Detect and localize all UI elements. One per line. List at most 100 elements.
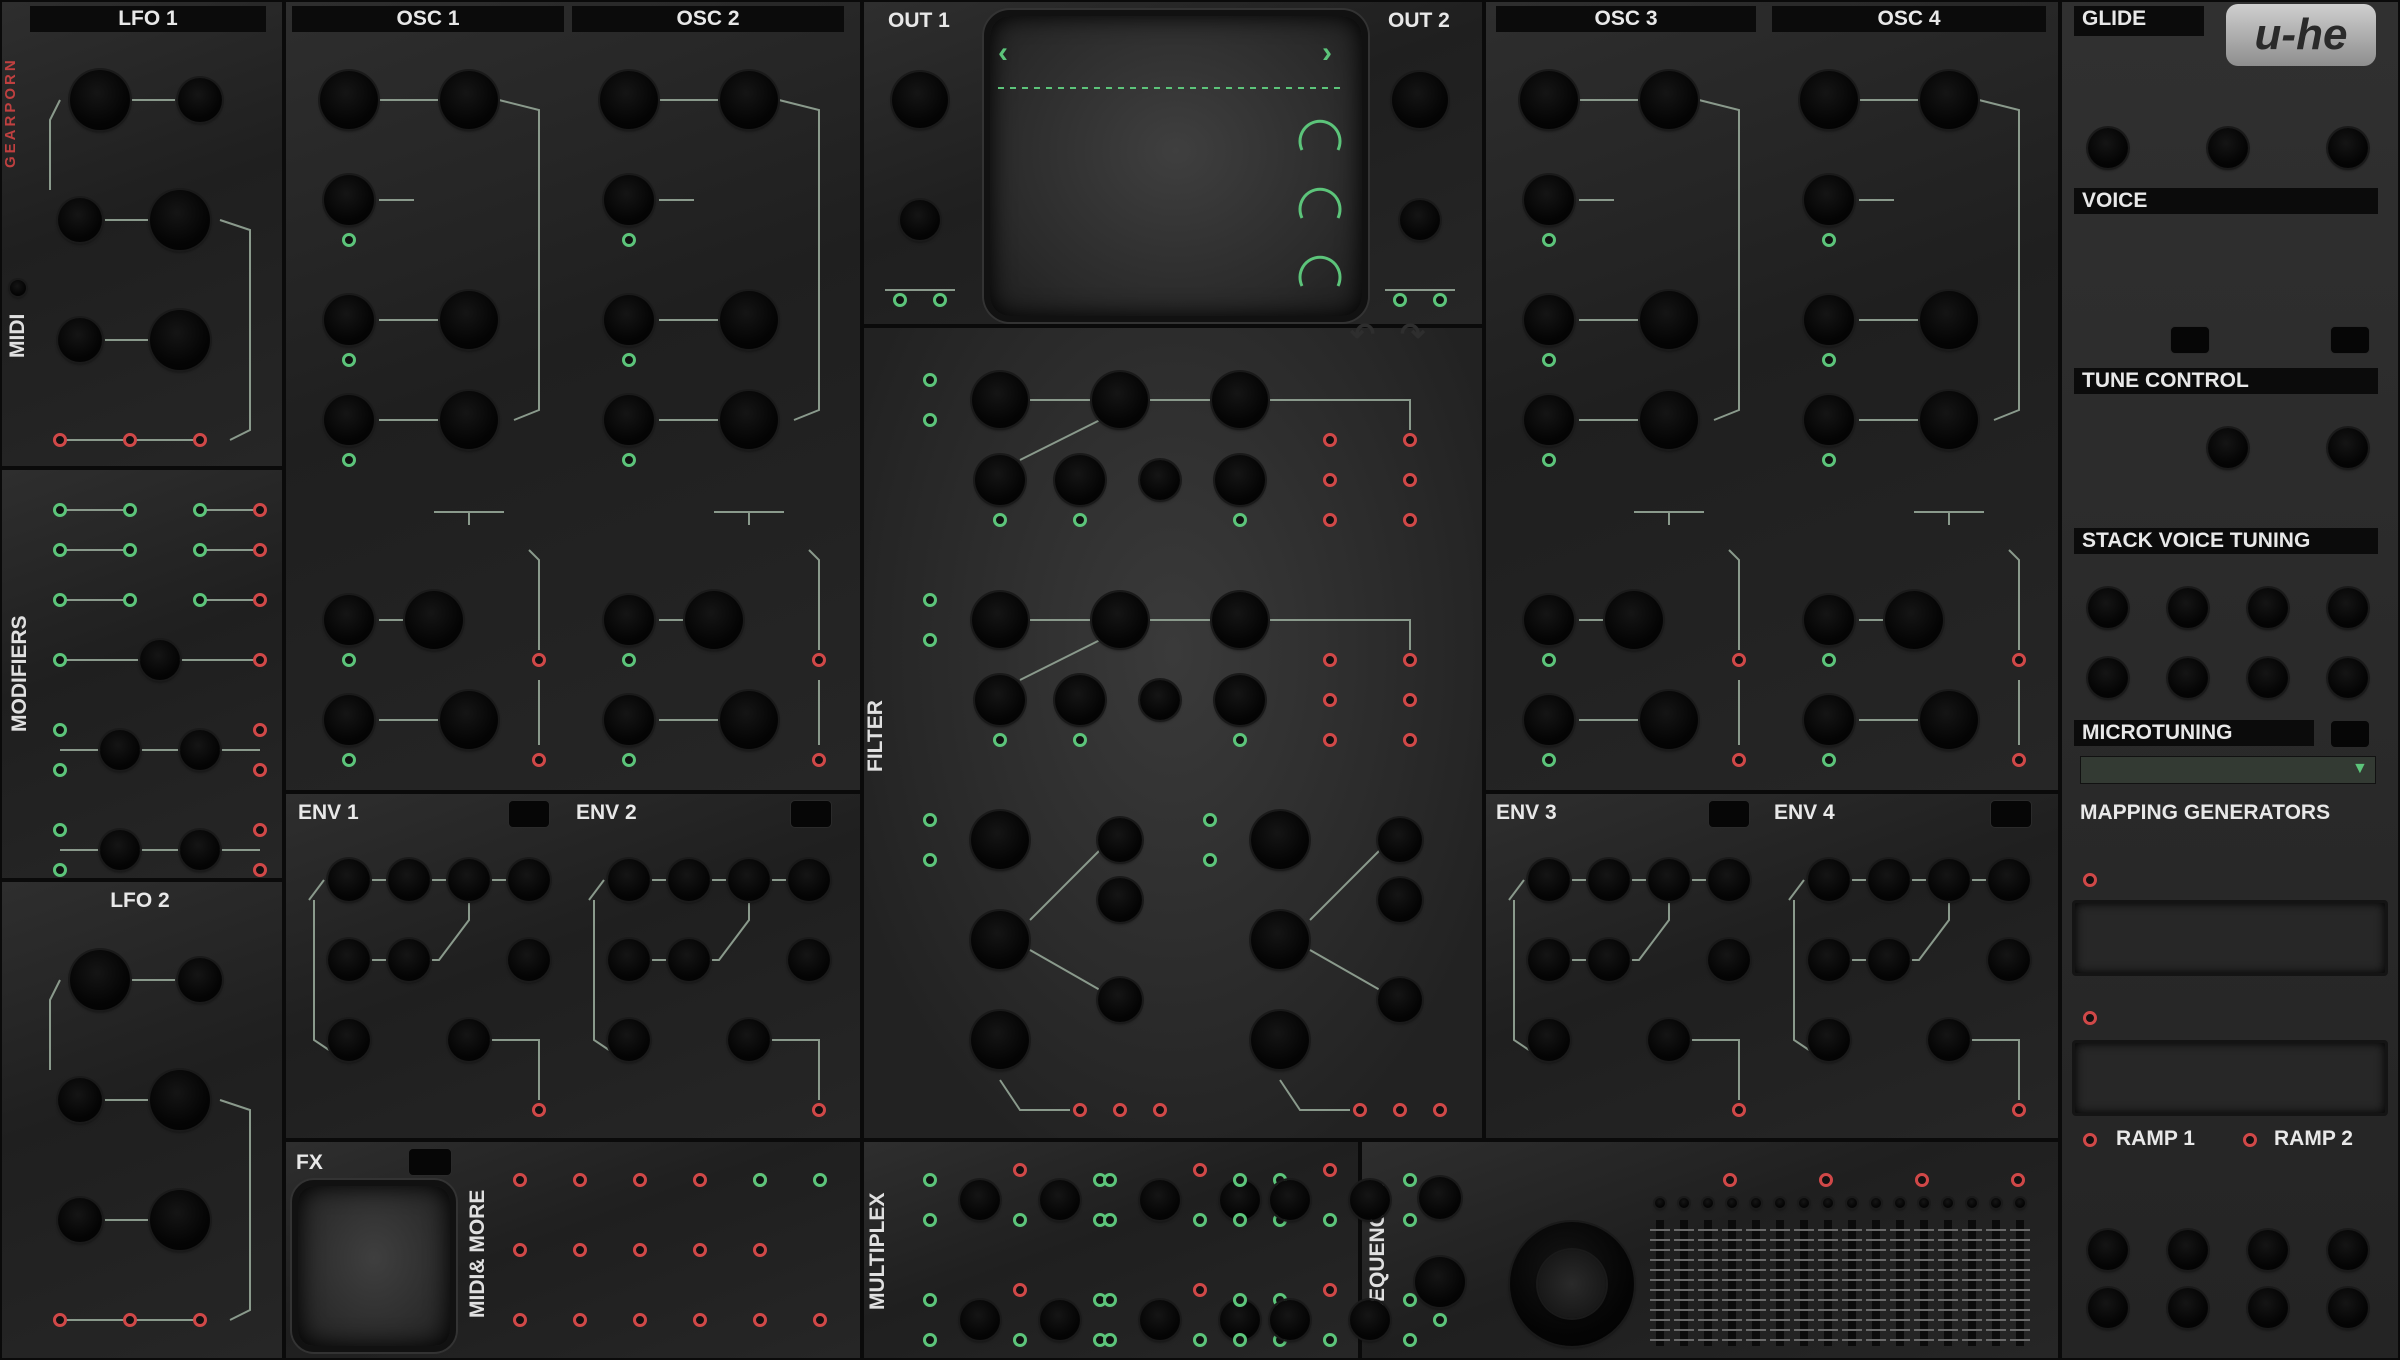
filter-output-jack[interactable] [1323, 433, 1337, 447]
microtuning-toggle[interactable] [2330, 720, 2370, 748]
ramp1-jack[interactable] [2083, 1133, 2097, 1147]
osc2-knob[interactable] [720, 391, 778, 449]
filter-output-jack[interactable] [1393, 1103, 1407, 1117]
ramp-knob[interactable] [2248, 1288, 2288, 1328]
env1-knob[interactable] [328, 859, 370, 901]
input-jack[interactable] [622, 233, 636, 247]
env1-knob[interactable] [448, 859, 490, 901]
osc3-knob[interactable] [1640, 391, 1698, 449]
lfo1-knob[interactable] [150, 190, 210, 250]
input-jack[interactable] [923, 373, 937, 387]
filter-output-jack[interactable] [1323, 653, 1337, 667]
input-jack[interactable] [923, 853, 937, 867]
filter-knob[interactable] [1251, 1011, 1309, 1069]
lfo2-output-jack[interactable] [193, 1313, 207, 1327]
input-jack[interactable] [813, 1173, 827, 1187]
env4-knob[interactable] [1808, 939, 1850, 981]
stack-tuning-knob[interactable] [2248, 588, 2288, 628]
multiplex-knob[interactable] [1350, 1180, 1390, 1220]
input-jack[interactable] [622, 453, 636, 467]
lfo2-knob[interactable] [150, 1190, 210, 1250]
osc4-knob[interactable] [1804, 595, 1854, 645]
osc3-knob[interactable] [1524, 595, 1574, 645]
filter-knob[interactable] [1140, 680, 1180, 720]
input-jack[interactable] [53, 723, 67, 737]
env3-knob[interactable] [1528, 859, 1570, 901]
osc1-knob[interactable] [324, 395, 374, 445]
osc4-knob[interactable] [1885, 591, 1943, 649]
input-jack[interactable] [622, 653, 636, 667]
env2-knob[interactable] [788, 859, 830, 901]
osc1-knob[interactable] [440, 71, 498, 129]
output-jack[interactable] [253, 593, 267, 607]
filter-knob[interactable] [1055, 675, 1105, 725]
input-jack[interactable] [1073, 733, 1087, 747]
output-jack[interactable] [573, 1173, 587, 1187]
filter-knob[interactable] [1251, 811, 1309, 869]
input-jack[interactable] [893, 293, 907, 307]
input-jack[interactable] [1542, 453, 1556, 467]
filter-output-jack[interactable] [1113, 1103, 1127, 1117]
input-jack[interactable] [1233, 1173, 1247, 1187]
filter-output-jack[interactable] [1323, 693, 1337, 707]
filter-knob[interactable] [971, 911, 1029, 969]
osc4-knob[interactable] [1804, 395, 1854, 445]
input-jack[interactable] [1542, 233, 1556, 247]
osc1-knob[interactable] [320, 71, 378, 129]
input-jack[interactable] [923, 1293, 937, 1307]
output-jack[interactable] [573, 1243, 587, 1257]
filter-knob[interactable] [1251, 911, 1309, 969]
input-jack[interactable] [1233, 1333, 1247, 1347]
filter-output-jack[interactable] [1353, 1103, 1367, 1117]
osc3-knob[interactable] [1640, 71, 1698, 129]
input-jack[interactable] [1542, 753, 1556, 767]
redo-icon[interactable]: ↷ [1400, 320, 1425, 350]
mapping-slot-1[interactable] [2072, 900, 2388, 976]
input-jack[interactable] [1103, 1213, 1117, 1227]
lfo1-knob[interactable] [178, 78, 222, 122]
osc3-knob[interactable] [1524, 295, 1574, 345]
input-jack[interactable] [1073, 513, 1087, 527]
output-jack[interactable] [253, 823, 267, 837]
lfo1-knob[interactable] [70, 70, 130, 130]
env3-output-jack[interactable] [1732, 1103, 1746, 1117]
ramp2-jack[interactable] [2243, 1133, 2257, 1147]
env1-knob[interactable] [328, 1019, 370, 1061]
stack-tuning-knob[interactable] [2168, 658, 2208, 698]
input-jack[interactable] [933, 293, 947, 307]
glide-knob[interactable] [2208, 128, 2248, 168]
env3-knob[interactable] [1528, 1019, 1570, 1061]
input-jack[interactable] [342, 233, 356, 247]
ramp-knob[interactable] [2328, 1230, 2368, 1270]
filter-output-jack[interactable] [1323, 473, 1337, 487]
osc4-output-jack[interactable] [2012, 653, 2026, 667]
sequencer-output-jack[interactable] [1723, 1173, 1737, 1187]
lfo1-knob[interactable] [150, 310, 210, 370]
multiplex-knob[interactable] [1140, 1180, 1180, 1220]
sequencer-output-jack[interactable] [1915, 1173, 1929, 1187]
filter-knob[interactable] [1212, 592, 1268, 648]
osc3-knob[interactable] [1520, 71, 1578, 129]
osc2-knob[interactable] [720, 291, 778, 349]
filter-output-jack[interactable] [1073, 1103, 1087, 1117]
input-jack[interactable] [923, 413, 937, 427]
lfo1-output-jack[interactable] [53, 433, 67, 447]
filter-knob[interactable] [1378, 878, 1422, 922]
output-jack[interactable] [1193, 1163, 1207, 1177]
tune-knob[interactable] [2328, 428, 2368, 468]
sequencer-knob[interactable] [1419, 1177, 1461, 1219]
env2-knob[interactable] [608, 1019, 650, 1061]
input-jack[interactable] [193, 593, 207, 607]
osc1-output-jack[interactable] [532, 653, 546, 667]
input-jack[interactable] [1433, 1313, 1447, 1327]
osc4-knob[interactable] [1920, 391, 1978, 449]
input-jack[interactable] [1233, 513, 1247, 527]
env3-knob[interactable] [1588, 939, 1630, 981]
input-jack[interactable] [1103, 1293, 1117, 1307]
output-jack[interactable] [253, 723, 267, 737]
filter-knob[interactable] [971, 1011, 1029, 1069]
modifier-knob[interactable] [100, 830, 140, 870]
output-jack[interactable] [513, 1243, 527, 1257]
out1-level-knob[interactable] [892, 72, 948, 128]
filter-knob[interactable] [1092, 372, 1148, 428]
